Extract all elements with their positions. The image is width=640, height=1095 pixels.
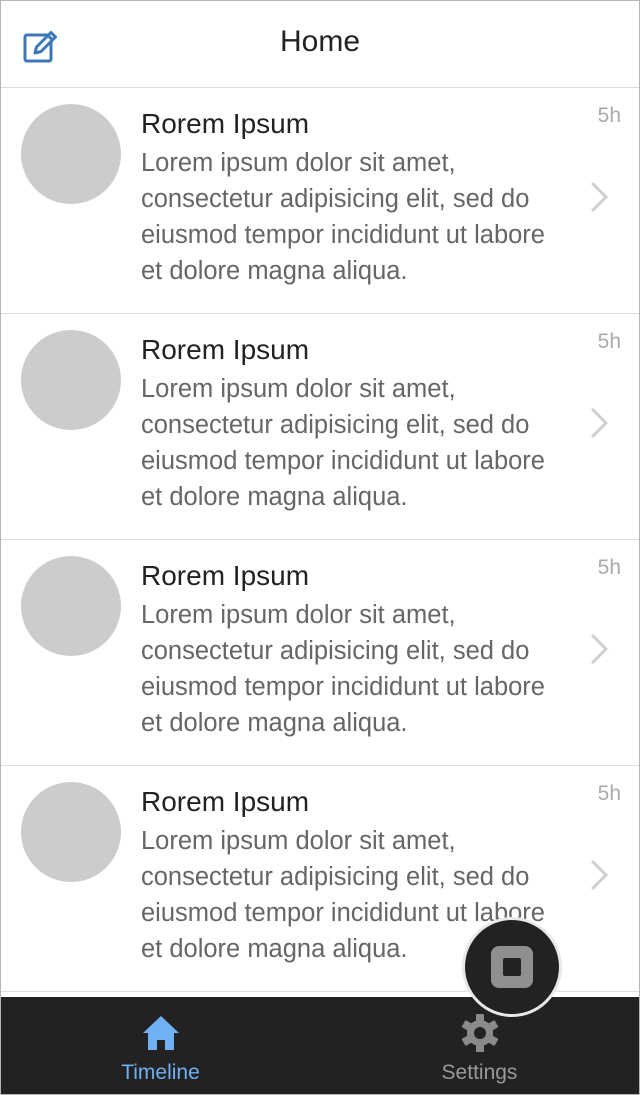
list-item[interactable]: Rorem Ipsum Lorem ipsum dolor sit amet, … <box>1 314 639 540</box>
header: Home <box>1 1 639 88</box>
tab-timeline[interactable]: Timeline <box>1 997 320 1094</box>
app-screen: Home Rorem Ipsum Lorem ipsum dolor sit a… <box>0 0 640 1095</box>
stop-icon <box>491 946 533 988</box>
tab-bar: Timeline Settings <box>1 997 639 1094</box>
tab-settings[interactable]: Settings <box>320 997 639 1094</box>
chevron-right-icon <box>590 859 609 891</box>
chevron-right-icon <box>590 181 609 213</box>
item-title: Rorem Ipsum <box>141 560 310 591</box>
avatar <box>21 556 121 656</box>
page-title: Home <box>279 25 361 58</box>
feed-list: Rorem Ipsum Lorem ipsum dolor sit amet, … <box>1 88 639 992</box>
item-time: 5h <box>597 330 621 353</box>
tab-label: Settings <box>441 1061 518 1084</box>
item-time: 5h <box>597 782 621 805</box>
item-time: 5h <box>597 104 621 127</box>
item-title: Rorem Ipsum <box>141 334 310 365</box>
tab-label: Timeline <box>121 1061 200 1084</box>
item-body: Lorem ipsum dolor sit amet, consectetur … <box>141 375 545 511</box>
list-item[interactable]: Rorem Ipsum Lorem ipsum dolor sit amet, … <box>1 540 639 766</box>
avatar <box>21 782 121 882</box>
item-title: Rorem Ipsum <box>141 786 310 817</box>
item-title: Rorem Ipsum <box>141 108 310 139</box>
list-item[interactable]: Rorem Ipsum Lorem ipsum dolor sit amet, … <box>1 88 639 314</box>
avatar <box>21 330 121 430</box>
avatar <box>21 104 121 204</box>
chevron-right-icon <box>590 407 609 439</box>
chevron-right-icon <box>590 633 609 665</box>
item-time: 5h <box>597 556 621 579</box>
stop-button[interactable] <box>462 917 562 1017</box>
home-icon <box>142 1016 179 1050</box>
item-body: Lorem ipsum dolor sit amet, consectetur … <box>141 149 545 285</box>
item-body: Lorem ipsum dolor sit amet, consectetur … <box>141 601 545 737</box>
gear-icon <box>461 1014 498 1052</box>
